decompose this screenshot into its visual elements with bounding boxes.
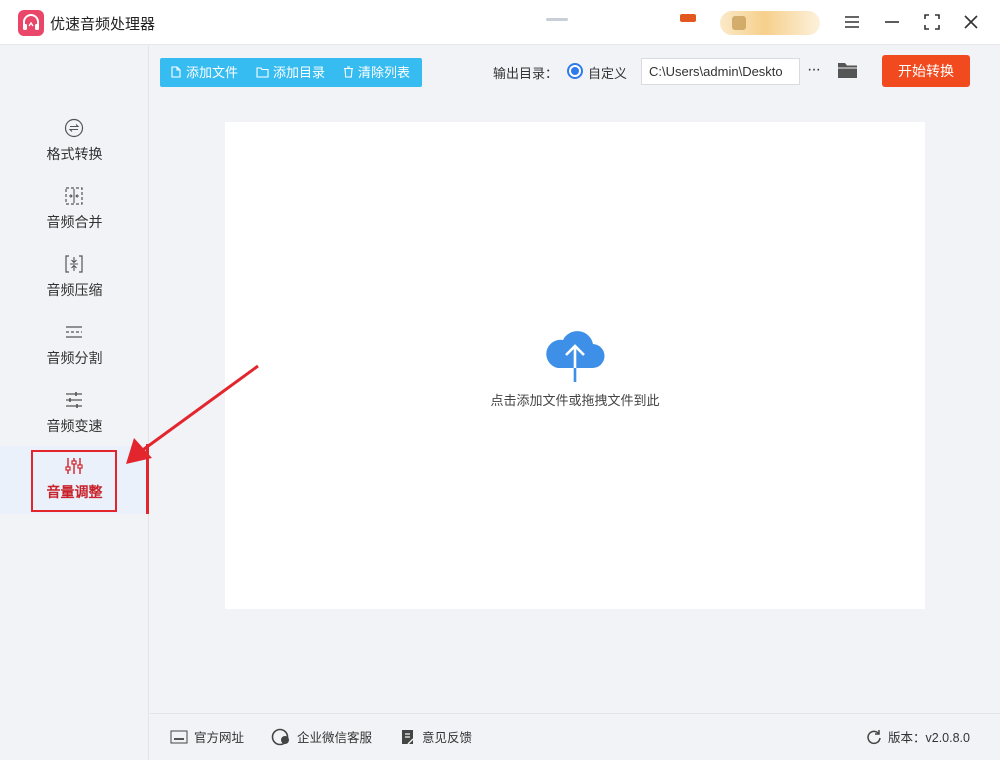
promo-badge[interactable] (680, 14, 696, 22)
wechat-support-link[interactable]: 企业微信客服 (271, 728, 372, 748)
menu-button[interactable] (838, 8, 866, 36)
minimize-button[interactable] (878, 8, 906, 36)
minimize-icon (885, 21, 899, 23)
sidebar-item-label: 音频压缩 (46, 282, 103, 298)
wechat-support-label: 企业微信客服 (297, 731, 373, 745)
feedback-icon (402, 730, 414, 745)
app-logo (18, 10, 44, 36)
file-toolbar: 添加文件 添加目录 清除列表 (160, 58, 422, 87)
website-icon (170, 730, 188, 744)
clear-list-button[interactable]: 清除列表 (343, 58, 410, 87)
folder-outline-icon (256, 67, 269, 78)
speed-icon (66, 392, 82, 408)
maximize-button[interactable] (918, 8, 946, 36)
output-directory-label: 输出目录： (493, 66, 559, 81)
menu-icon (845, 16, 859, 28)
promo-indicator[interactable] (546, 18, 568, 21)
file-icon (171, 66, 181, 78)
drop-hint-text: 点击添加文件或拖拽文件到此 (490, 393, 660, 408)
add-directory-button[interactable]: 添加目录 (256, 58, 325, 87)
highlight-box-annotation (31, 450, 117, 512)
custom-directory-label[interactable]: 自定义 (588, 63, 627, 82)
headphones-icon (23, 14, 39, 30)
trash-icon (344, 66, 353, 78)
wechat-icon (271, 728, 289, 746)
compress-icon (65, 255, 83, 273)
sidebar-item-compress[interactable]: 音频压缩 (0, 244, 149, 312)
sidebar-item-label: 格式转换 (46, 146, 103, 162)
folder-icon (838, 63, 857, 78)
title-bar: 优速音频处理器 (0, 0, 1000, 45)
app-title: 优速音频处理器 (50, 16, 156, 33)
feedback-label: 意见反馈 (422, 731, 473, 745)
format-convert-icon (64, 118, 84, 138)
open-folder-button[interactable] (837, 60, 859, 82)
output-path-field[interactable] (641, 58, 800, 85)
merge-icon (65, 187, 83, 205)
sidebar-item-merge[interactable]: 音频合并 (0, 176, 149, 244)
close-icon (964, 15, 978, 29)
add-directory-label: 添加目录 (273, 65, 326, 80)
vip-promo-button[interactable] (720, 11, 820, 35)
add-file-label: 添加文件 (186, 65, 239, 80)
clear-list-label: 清除列表 (358, 65, 411, 80)
cloud-upload-icon (546, 331, 605, 382)
refresh-icon (867, 730, 881, 745)
footer-bar: 官方网址 企业微信客服 意见反馈 版本：v2.0.8.0 (150, 713, 1000, 760)
close-button[interactable] (957, 8, 985, 36)
sidebar-item-format-convert[interactable]: 格式转换 (0, 108, 149, 176)
start-convert-button[interactable]: 开始转换 (882, 55, 970, 87)
vip-icon (732, 16, 746, 30)
red-arrow-annotation (126, 364, 259, 464)
browse-more-button[interactable]: ··· (807, 60, 827, 82)
version-label: 版本：v2.0.8.0 (888, 731, 970, 745)
maximize-icon (924, 14, 940, 30)
add-file-button[interactable]: 添加文件 (170, 58, 238, 87)
sidebar-item-label: 音频合并 (46, 214, 103, 230)
custom-directory-radio[interactable] (567, 63, 583, 79)
file-drop-zone[interactable]: 点击添加文件或拖拽文件到此 (225, 122, 925, 609)
version-info[interactable]: 版本：v2.0.8.0 (866, 728, 970, 748)
official-website-label: 官方网址 (194, 731, 245, 745)
split-icon (66, 326, 82, 338)
feedback-link[interactable]: 意见反馈 (400, 728, 472, 748)
official-website-link[interactable]: 官方网址 (170, 728, 244, 748)
